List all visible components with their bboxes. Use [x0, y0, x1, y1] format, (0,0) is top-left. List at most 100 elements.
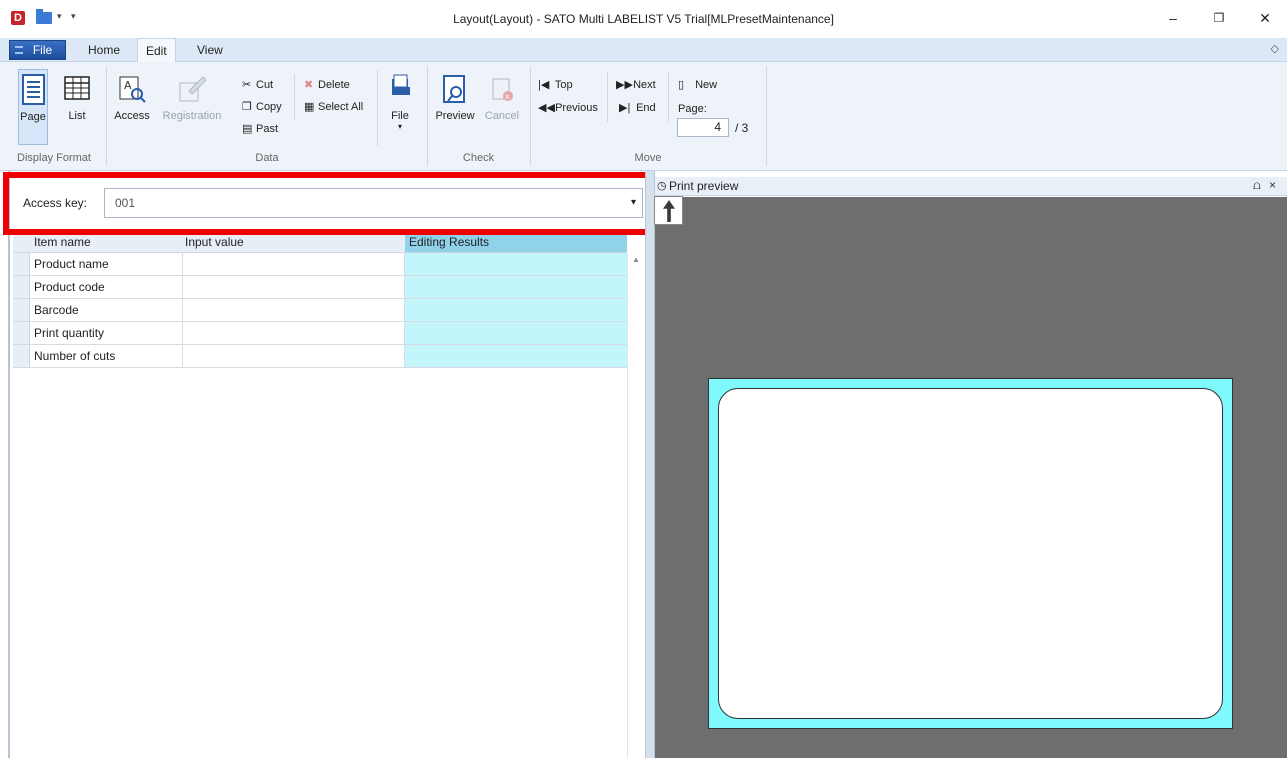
close-button[interactable]: ✕: [1255, 8, 1275, 28]
ribbon-tabs: File Home Edit View ◇: [0, 38, 1287, 63]
preview-pointer-tool[interactable]: [654, 196, 683, 225]
next-icon: ▶▶: [616, 79, 633, 91]
item-name-cell: Product code: [30, 276, 183, 298]
list-view-label: List: [68, 110, 86, 122]
table-row[interactable]: Product name: [13, 253, 627, 276]
grid-header: Item name Input value Editing Results: [13, 234, 627, 253]
new-page-icon: ▯: [678, 79, 685, 91]
cut-button[interactable]: ✂ Cut: [242, 78, 273, 91]
column-header-item-name[interactable]: Item name: [34, 235, 91, 249]
item-name-cell: Product name: [30, 253, 183, 275]
tab-edit[interactable]: Edit: [137, 38, 176, 63]
row-selector[interactable]: [13, 299, 30, 321]
input-value-cell[interactable]: [183, 322, 405, 344]
column-header-input-value[interactable]: Input value: [185, 235, 244, 249]
input-value-cell[interactable]: [183, 276, 405, 298]
cancel-label: Cancel: [484, 110, 520, 122]
scroll-up-icon[interactable]: ▲: [632, 255, 640, 264]
table-row[interactable]: Barcode: [13, 299, 627, 322]
panel-splitter[interactable]: [645, 171, 655, 758]
input-value-cell[interactable]: [183, 299, 405, 321]
tab-view[interactable]: View: [189, 41, 231, 62]
row-selector[interactable]: [13, 322, 30, 344]
new-button[interactable]: ▯ New: [678, 78, 717, 91]
collapse-ribbon-icon[interactable]: ◇: [1271, 42, 1279, 55]
paste-label: Past: [256, 123, 279, 135]
table-row[interactable]: Number of cuts: [13, 345, 627, 368]
page-label: Page:: [678, 103, 707, 115]
row-selector[interactable]: [13, 345, 30, 367]
select-all-label: Select All: [318, 101, 364, 113]
last-record-icon: ▶|: [619, 102, 631, 114]
tab-file-label: File: [32, 43, 53, 57]
previous-icon: ◀◀: [538, 102, 555, 114]
preview-button[interactable]: Preview: [432, 73, 478, 122]
copy-icon: ❐: [242, 101, 252, 113]
group-display-format-label: Display Format: [17, 152, 91, 164]
page-total: / 3: [735, 121, 749, 135]
file-button[interactable]: File ▾: [386, 73, 414, 131]
editing-result-cell: [405, 322, 627, 344]
first-record-icon: |◀: [538, 79, 550, 91]
svg-text:x: x: [505, 92, 510, 101]
column-header-editing-results[interactable]: Editing Results: [405, 234, 627, 252]
list-grid-icon: [62, 73, 92, 107]
preview-header-icon: ◷: [657, 180, 667, 192]
print-preview-header: ◷ Print preview ⩍ ×: [655, 177, 1287, 196]
page-view-label: Page: [20, 111, 46, 123]
label-preview: [708, 378, 1233, 729]
tab-home[interactable]: Home: [80, 41, 128, 62]
cancel-button[interactable]: x Cancel: [482, 73, 522, 122]
copy-button[interactable]: ❐ Copy: [242, 100, 282, 113]
previous-button[interactable]: ◀◀ Previous: [538, 101, 598, 114]
preview-label: Preview: [435, 110, 475, 122]
delete-icon: ✖: [304, 79, 314, 91]
page-view-button[interactable]: Page: [18, 69, 48, 145]
grid-scrollbar[interactable]: ▲: [627, 253, 644, 758]
access-key-icon: A: [117, 73, 147, 107]
registration-button[interactable]: Registration: [158, 73, 226, 122]
access-key-highlight: [3, 172, 654, 235]
page-icon: [19, 74, 49, 108]
top-button[interactable]: |◀ Top: [538, 78, 573, 91]
group-separator: [427, 66, 428, 166]
item-name-cell: Print quantity: [30, 322, 183, 344]
next-label: Next: [633, 79, 656, 91]
editing-result-cell: [405, 299, 627, 321]
group-separator: [106, 66, 107, 166]
tab-file[interactable]: File: [9, 40, 66, 60]
minimize-button[interactable]: –: [1163, 8, 1183, 28]
new-label: New: [695, 79, 718, 91]
end-button[interactable]: ▶| End: [619, 101, 656, 114]
next-button[interactable]: ▶▶ Next: [616, 78, 656, 91]
row-selector[interactable]: [13, 253, 30, 275]
file-label: File: [391, 110, 409, 122]
table-row[interactable]: Product code: [13, 276, 627, 299]
registration-icon: [177, 73, 207, 107]
access-label: Access: [114, 110, 150, 122]
arrow-up-icon: [663, 200, 675, 222]
paste-button[interactable]: ▤ Past: [242, 122, 278, 135]
item-name-cell: Barcode: [30, 299, 183, 321]
pin-icon[interactable]: ⩍: [1253, 178, 1261, 193]
input-value-cell[interactable]: [183, 253, 405, 275]
close-preview-icon[interactable]: ×: [1269, 178, 1276, 192]
editing-result-cell: [405, 345, 627, 367]
window-title: Layout(Layout) - SATO Multi LABELIST V5 …: [453, 12, 834, 26]
editing-result-cell: [405, 276, 627, 298]
group-move-label: Move: [634, 152, 662, 164]
list-view-button[interactable]: List: [62, 73, 92, 122]
title-bar: D ▾ ▾ Layout(Layout) - SATO Multi LABELI…: [0, 0, 1287, 40]
page-number-input[interactable]: 4: [677, 118, 729, 137]
delete-button[interactable]: ✖ Delete: [304, 78, 350, 91]
select-all-button[interactable]: ▦ Select All: [304, 100, 363, 113]
access-button[interactable]: A Access: [114, 73, 150, 122]
row-selector[interactable]: [13, 276, 30, 298]
group-data-label: Data: [255, 152, 279, 164]
table-row[interactable]: Print quantity: [13, 322, 627, 345]
file-menu-icon: [15, 46, 23, 54]
restore-button[interactable]: ❐: [1209, 8, 1229, 28]
delete-label: Delete: [318, 79, 350, 91]
input-value-cell[interactable]: [183, 345, 405, 367]
copy-label: Copy: [256, 101, 282, 113]
